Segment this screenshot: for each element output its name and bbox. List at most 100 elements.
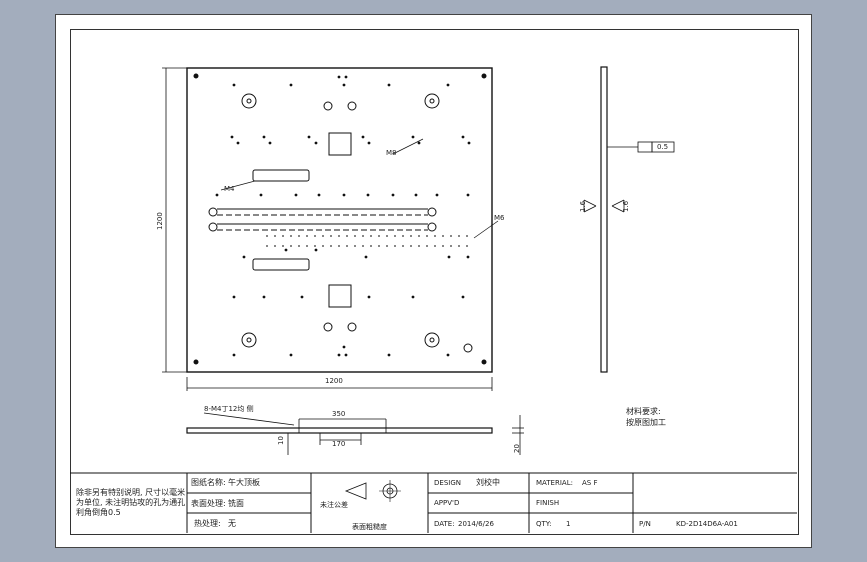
small-hole xyxy=(461,135,465,139)
dim-hole-offset: 170 xyxy=(332,440,346,448)
small-hole xyxy=(232,295,236,299)
small-hole xyxy=(236,141,240,145)
general-note-3: 利角倒角0.5 xyxy=(76,508,121,517)
small-hole xyxy=(447,255,451,259)
small-hole xyxy=(284,248,288,252)
small-hole xyxy=(317,193,321,197)
small-hole xyxy=(232,353,236,357)
small-hole xyxy=(300,295,304,299)
small-hole xyxy=(391,193,395,197)
material-req-title: 材料要求: xyxy=(626,407,661,416)
roughness-title: 表面粗糙度 xyxy=(352,523,387,531)
front-view-plate xyxy=(186,67,493,373)
leaders xyxy=(220,138,499,239)
small-hole xyxy=(367,141,371,145)
dim-hole-span: 350 xyxy=(332,410,346,418)
material-req-body: 按原图加工 xyxy=(626,418,666,427)
lower-pocket xyxy=(328,284,352,308)
thread-callout: 8-M4丁12均 侧 xyxy=(204,405,254,413)
surface-value: 铣面 xyxy=(228,499,244,508)
small-hole xyxy=(446,83,450,87)
small-hole xyxy=(342,83,346,87)
general-note-2: 为单位, 未注明钻攻的孔为通孔 xyxy=(76,498,186,507)
small-hole xyxy=(268,141,272,145)
cad-drawing xyxy=(70,66,797,533)
flatness-value: 0.5 xyxy=(657,143,669,151)
design-value: 刘校中 xyxy=(476,478,500,487)
small-hole xyxy=(344,353,348,357)
general-note-1: 除非另有特别说明, 尺寸以毫米 xyxy=(76,488,186,497)
small-hole xyxy=(411,135,415,139)
small-hole xyxy=(446,353,450,357)
dim-front-height: 1200 xyxy=(156,212,164,230)
surface-label: 表面处理: xyxy=(191,499,226,508)
part-name-value: 午大顶板 xyxy=(228,478,260,487)
small-hole xyxy=(289,83,293,87)
small-hole xyxy=(467,141,471,145)
material-value: AS F xyxy=(582,479,598,487)
small-hole xyxy=(361,135,365,139)
bottom-dimensions xyxy=(203,412,524,455)
small-hole xyxy=(314,141,318,145)
dim-front-width: 1200 xyxy=(325,377,343,385)
date-value: 2014/6/26 xyxy=(458,520,494,528)
small-hole xyxy=(466,193,470,197)
drawing-sheet: 1200 1200 M4 M8 M6 0.5 1.6 1.6 8-M4丁12均 … xyxy=(55,14,812,548)
small-hole xyxy=(411,295,415,299)
small-hole xyxy=(289,353,293,357)
pn-value: KD-2D14D6A-A01 xyxy=(676,520,738,528)
small-hole xyxy=(435,193,439,197)
tolerance-title: 未注公差 xyxy=(320,501,348,509)
date-label: DATE: xyxy=(434,520,455,528)
small-hole xyxy=(337,353,341,357)
dim-side-thickness: 20 xyxy=(513,444,521,453)
dim-bottom-thickness: 10 xyxy=(277,436,285,445)
pn-label: P/N xyxy=(639,520,651,528)
small-hole xyxy=(364,255,368,259)
small-hole xyxy=(366,193,370,197)
material-label: MATERIAL: xyxy=(536,479,573,487)
small-hole xyxy=(230,135,234,139)
small-hole xyxy=(342,193,346,197)
corner-holes xyxy=(193,73,487,365)
side-view-plate xyxy=(600,66,608,373)
roughness-a: 1.6 xyxy=(579,200,587,212)
small-hole xyxy=(344,75,348,79)
small-hole xyxy=(259,193,263,197)
approved-label: APPV'D xyxy=(434,499,460,507)
lower-slot xyxy=(252,258,310,271)
small-hole xyxy=(342,345,346,349)
upper-slot xyxy=(252,169,310,182)
small-hole xyxy=(461,295,465,299)
upper-pocket xyxy=(328,132,352,156)
small-hole xyxy=(414,193,418,197)
small-hole xyxy=(262,295,266,299)
small-hole xyxy=(387,353,391,357)
large-holes xyxy=(241,93,473,353)
small-hole xyxy=(466,255,470,259)
part-name-label: 图纸名称: xyxy=(191,478,226,487)
small-hole xyxy=(215,193,219,197)
small-hole xyxy=(262,135,266,139)
roughness-b: 1.6 xyxy=(622,200,630,212)
small-hole xyxy=(294,193,298,197)
qty-value: 1 xyxy=(566,520,571,528)
qty-label: QTY: xyxy=(536,520,552,528)
small-hole xyxy=(232,83,236,87)
callout-m6: M6 xyxy=(494,214,505,222)
callout-m8: M8 xyxy=(386,149,397,157)
small-hole xyxy=(337,75,341,79)
rod-channels xyxy=(208,207,474,247)
finish-label: FINISH xyxy=(536,499,560,507)
small-hole xyxy=(417,141,421,145)
small-hole xyxy=(367,295,371,299)
heat-value: 无 xyxy=(228,519,236,528)
small-hole xyxy=(307,135,311,139)
small-hole xyxy=(314,248,318,252)
heat-label: 热处理: xyxy=(194,519,221,528)
small-hole xyxy=(242,255,246,259)
small-hole xyxy=(387,83,391,87)
callout-m4: M4 xyxy=(224,185,235,193)
bottom-view-plate xyxy=(186,427,493,434)
design-label: DESIGN xyxy=(434,479,461,487)
